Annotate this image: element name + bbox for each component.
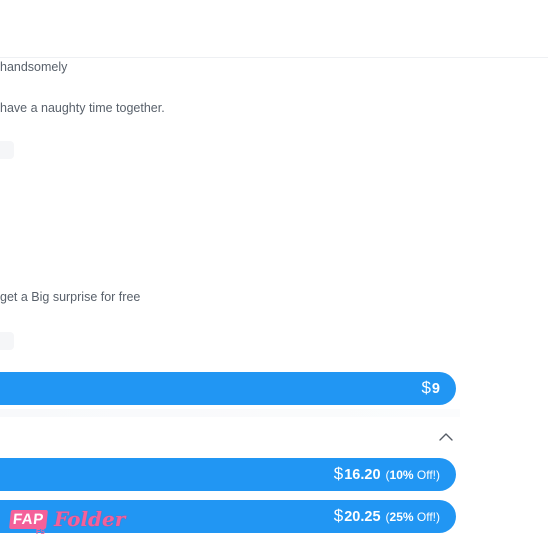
faded-element bbox=[0, 332, 14, 350]
logo-secondary-text: Folder bbox=[54, 507, 126, 531]
discount-pct: 25% bbox=[389, 509, 414, 524]
currency-symbol: $ bbox=[333, 463, 344, 483]
discount-label: (25% Off!) bbox=[385, 509, 440, 524]
faded-element bbox=[0, 141, 14, 159]
currency-symbol: $ bbox=[421, 377, 431, 397]
discount-pct: 10% bbox=[389, 467, 414, 482]
bio-line-3: get a Big surprise for free bbox=[0, 290, 141, 304]
bundles-header-bar bbox=[0, 409, 460, 417]
chevron-up-icon[interactable] bbox=[439, 432, 453, 442]
subscribe-bundle-button-1[interactable]: $ 16.20 (10% Off!) bbox=[0, 458, 456, 491]
logo-primary-text: FAP bbox=[9, 510, 48, 529]
price-amount: 9 bbox=[431, 380, 440, 397]
discount-suffix: Off! bbox=[413, 467, 436, 482]
discount-suffix: Off! bbox=[413, 509, 436, 524]
currency-symbol: $ bbox=[333, 505, 344, 525]
bio-line-2: have a naughty time together. bbox=[0, 101, 165, 115]
subscribe-button-1-month[interactable]: $ 9 bbox=[0, 372, 456, 405]
bio-line-1: handsomely bbox=[0, 60, 68, 74]
price-amount: 20.25 bbox=[344, 508, 381, 525]
page: handsomely have a naughty time together.… bbox=[0, 0, 548, 548]
top-divider bbox=[0, 57, 548, 58]
logo-tiny-text: FS bbox=[36, 529, 45, 536]
watermark-logo: FAP FS Folder bbox=[6, 505, 125, 545]
price-amount: 16.20 bbox=[344, 466, 381, 483]
discount-label: (10% Off!) bbox=[385, 467, 440, 482]
